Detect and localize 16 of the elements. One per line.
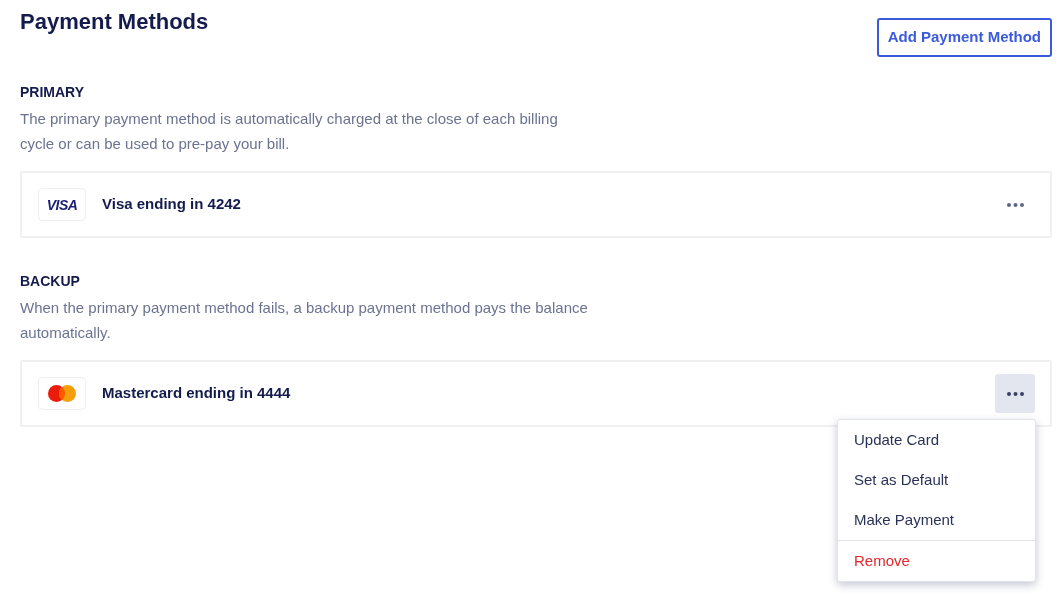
more-dots-icon xyxy=(1006,202,1024,207)
page-title: Payment Methods xyxy=(20,8,209,36)
section-description: When the primary payment method fails, a backup payment method pays the balance automatically. xyxy=(20,298,589,343)
menu-item[interactable]: Make Payment xyxy=(838,500,1035,540)
more-options-button[interactable] xyxy=(995,374,1035,413)
menu-item[interactable]: Remove xyxy=(838,541,1035,581)
menu-item[interactable]: Update Card xyxy=(838,420,1035,460)
card-brand-logo: VISA xyxy=(38,188,86,221)
add-payment-method-button[interactable]: Add Payment Method xyxy=(876,18,1052,57)
more-dots-icon xyxy=(1006,391,1024,396)
menu-item[interactable]: Set as Default xyxy=(838,460,1035,500)
card-label: Mastercard ending in 4444 xyxy=(102,383,291,404)
card-label: Visa ending in 4242 xyxy=(102,194,241,215)
section-heading: PRIMARY xyxy=(20,84,86,100)
section-heading: BACKUP xyxy=(20,273,81,289)
section-description: The primary payment method is automatically charged at the close of each billing cycle or can be used to pre-pay your bill. xyxy=(20,109,559,154)
